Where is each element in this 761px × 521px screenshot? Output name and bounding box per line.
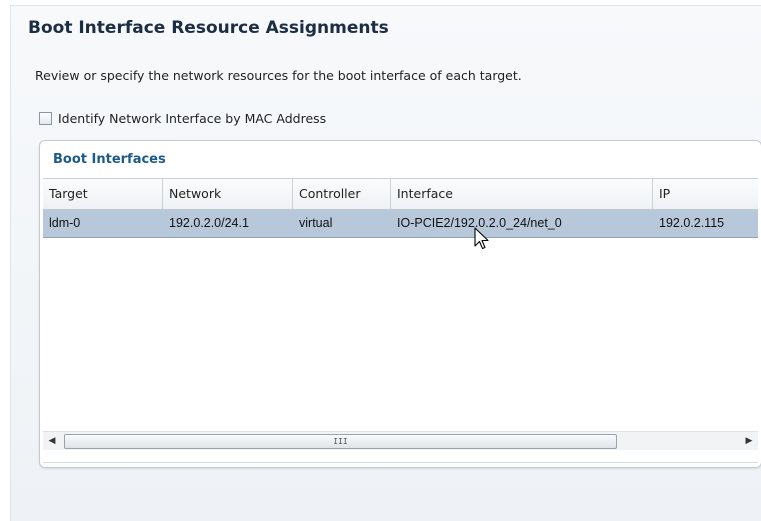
- page-title: Boot Interface Resource Assignments: [28, 18, 389, 38]
- boot-interfaces-table: Target Network Controller Interface IP l…: [43, 178, 758, 463]
- cell-target[interactable]: ldm-0: [43, 210, 163, 237]
- scroll-right-arrow-icon[interactable]: ▶: [740, 432, 758, 450]
- page-description: Review or specify the network resources …: [35, 68, 522, 83]
- column-header-controller[interactable]: Controller: [293, 179, 391, 209]
- boot-interfaces-card: Boot Interfaces Target Network Controlle…: [39, 140, 761, 468]
- cell-ip[interactable]: 192.0.2.115: [653, 210, 758, 237]
- column-header-network[interactable]: Network: [163, 179, 293, 209]
- column-header-ip[interactable]: IP: [653, 179, 758, 209]
- scrollbar-grip: III: [333, 437, 348, 446]
- cell-interface[interactable]: IO-PCIE2/192.0.2.0_24/net_0: [391, 210, 653, 237]
- column-header-interface[interactable]: Interface: [391, 179, 653, 209]
- horizontal-scrollbar[interactable]: ◀ III ▶: [43, 431, 758, 450]
- boot-interfaces-title: Boot Interfaces: [53, 152, 166, 167]
- cell-network[interactable]: 192.0.2.0/24.1: [163, 210, 293, 237]
- cell-controller[interactable]: virtual: [293, 210, 391, 237]
- wizard-step-panel: Boot Interface Resource Assignments Revi…: [10, 5, 761, 521]
- identify-by-mac-option[interactable]: Identify Network Interface by MAC Addres…: [39, 111, 326, 126]
- table-header-row: Target Network Controller Interface IP: [43, 179, 758, 210]
- scroll-left-arrow-icon[interactable]: ◀: [43, 432, 61, 450]
- identify-by-mac-label[interactable]: Identify Network Interface by MAC Addres…: [58, 111, 326, 126]
- scrollbar-thumb[interactable]: III: [64, 434, 617, 449]
- identify-by-mac-checkbox[interactable]: [39, 112, 52, 125]
- mouse-pointer-icon: [474, 227, 489, 250]
- table-row[interactable]: ldm-0 192.0.2.0/24.1 virtual IO-PCIE2/19…: [43, 210, 758, 238]
- column-header-target[interactable]: Target: [43, 179, 163, 209]
